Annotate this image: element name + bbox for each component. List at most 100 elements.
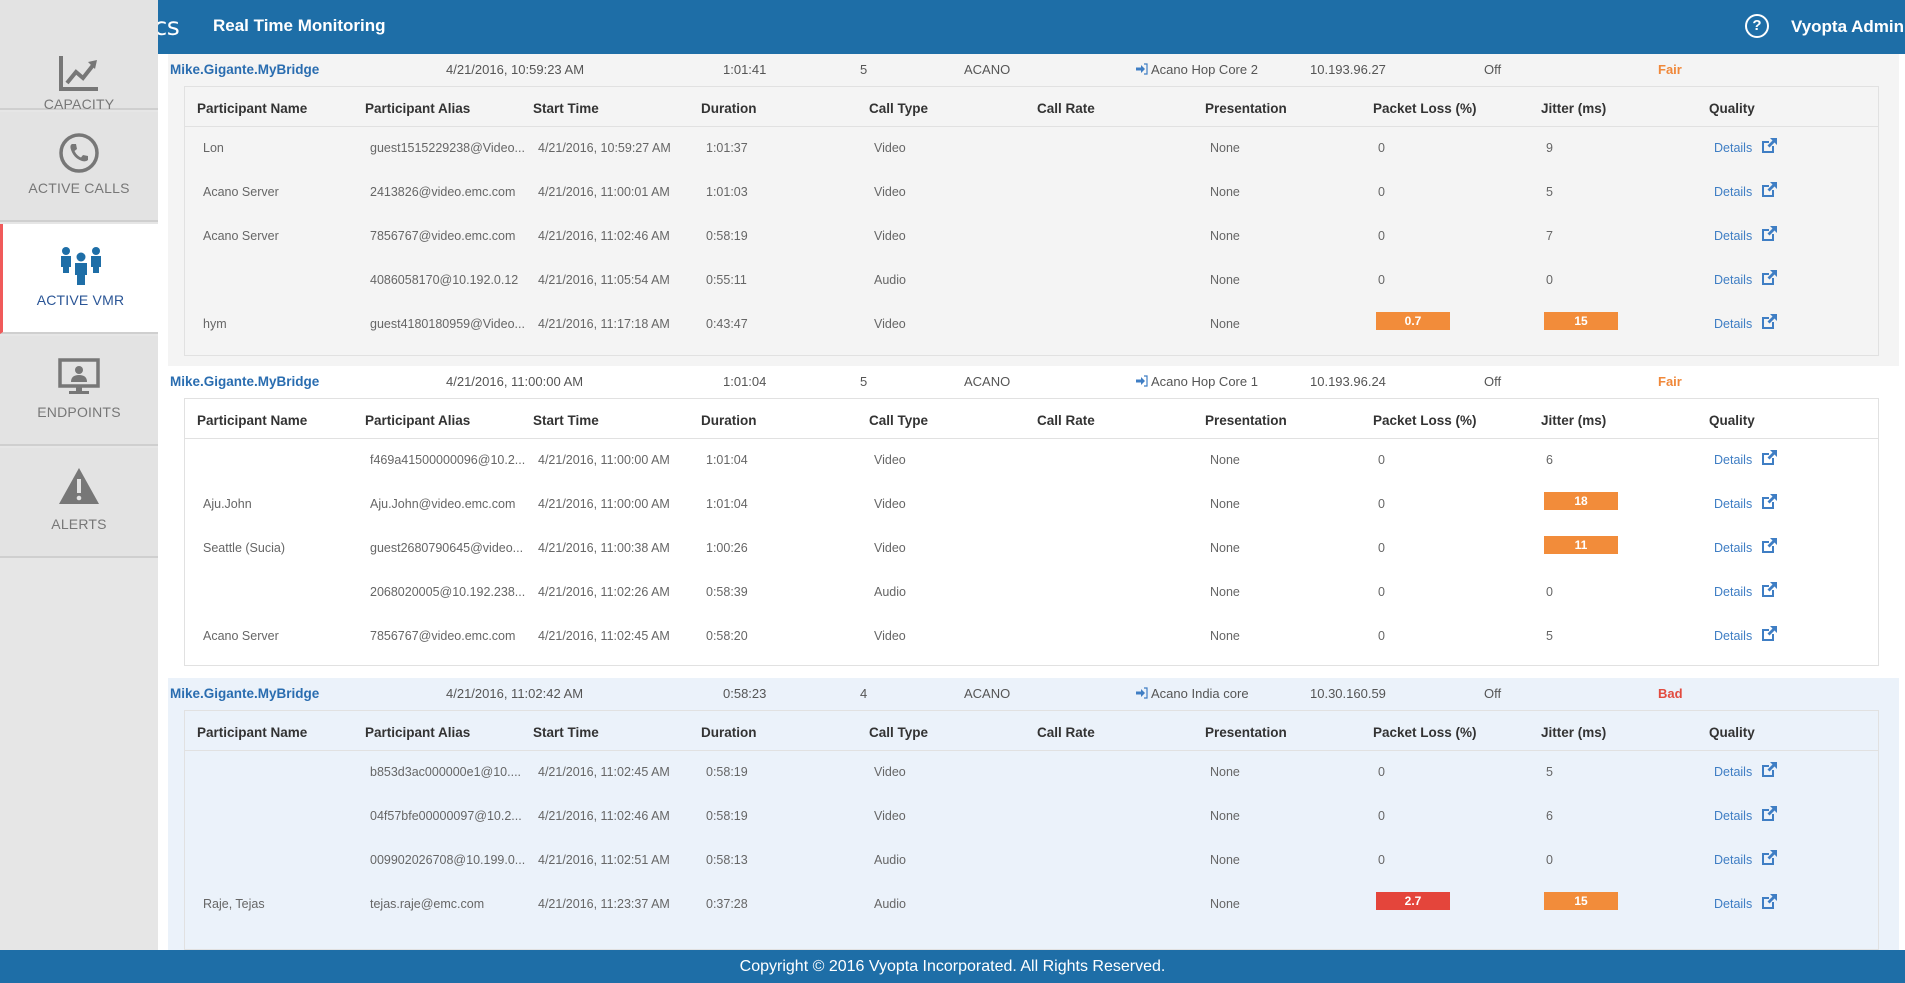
col-quality[interactable]: Quality	[1709, 101, 1755, 116]
participant-start-time: 4/21/2016, 11:02:45 AM	[538, 765, 670, 779]
external-link-icon[interactable]	[1761, 893, 1778, 910]
col-call-rate[interactable]: Call Rate	[1037, 101, 1095, 116]
col-duration[interactable]: Duration	[701, 101, 757, 116]
bridge-summary-row[interactable]: Mike.Gigante.MyBridge 4/21/2016, 10:59:2…	[168, 54, 1899, 84]
bridge-summary-row[interactable]: Mike.Gigante.MyBridge 4/21/2016, 11:00:0…	[168, 366, 1899, 396]
col-participant-alias[interactable]: Participant Alias	[365, 413, 470, 428]
col-call-type[interactable]: Call Type	[869, 725, 928, 740]
participant-call-type: Video	[874, 317, 906, 331]
sidebar-item-capacity[interactable]: CAPACITY	[0, 0, 158, 112]
participant-start-time: 4/21/2016, 11:00:00 AM	[538, 497, 670, 511]
people-group-icon	[60, 247, 101, 285]
bridge-recording: Off	[1484, 62, 1502, 77]
participant-row: hym guest4180180959@Video... 4/21/2016, 11…	[185, 303, 1878, 347]
col-presentation[interactable]: Presentation	[1205, 101, 1287, 116]
details-link[interactable]: Details	[1714, 185, 1752, 199]
col-participant-alias[interactable]: Participant Alias	[365, 725, 470, 740]
page-title: Real Time Monitoring	[213, 16, 386, 35]
col-packet-loss[interactable]: Packet Loss (%)	[1373, 413, 1477, 428]
details-link[interactable]: Details	[1714, 765, 1752, 779]
col-participant-name[interactable]: Participant Name	[197, 725, 307, 740]
col-duration[interactable]: Duration	[701, 725, 757, 740]
col-call-type[interactable]: Call Type	[869, 101, 928, 116]
participant-duration: 1:01:04	[706, 497, 748, 511]
participant-name: Acano Server	[203, 229, 279, 243]
external-link-icon[interactable]	[1761, 805, 1778, 822]
user-menu[interactable]: Vyopta Admin	[1791, 17, 1904, 37]
participant-row: 4086058170@10.192.0.12 4/21/2016, 11:05:5…	[185, 259, 1878, 303]
bridge-duration: 1:01:41	[723, 62, 767, 77]
external-link-icon[interactable]	[1761, 449, 1778, 466]
col-packet-loss[interactable]: Packet Loss (%)	[1373, 101, 1477, 116]
participant-duration: 0:58:19	[706, 229, 748, 243]
col-participant-alias[interactable]: Participant Alias	[365, 101, 470, 116]
col-jitter[interactable]: Jitter (ms)	[1541, 101, 1606, 116]
external-link-icon[interactable]	[1761, 537, 1778, 554]
col-quality[interactable]: Quality	[1709, 413, 1755, 428]
participant-call-type: Audio	[874, 853, 906, 867]
col-presentation[interactable]: Presentation	[1205, 725, 1287, 740]
bridge-host[interactable]: Acano India core	[1136, 686, 1249, 701]
details-link[interactable]: Details	[1714, 585, 1752, 599]
col-participant-name[interactable]: Participant Name	[197, 101, 307, 116]
bridge-ip: 10.193.96.24	[1310, 374, 1386, 389]
sidebar-item-active-vmr[interactable]: ACTIVE VMR	[0, 224, 158, 334]
participant-alias: f469a41500000096@10.2...	[370, 453, 526, 467]
external-link-icon[interactable]	[1761, 625, 1778, 642]
participant-call-type: Video	[874, 453, 906, 467]
external-link-icon[interactable]	[1761, 137, 1778, 154]
col-call-type[interactable]: Call Type	[869, 413, 928, 428]
sidebar-item-endpoints[interactable]: ENDPOINTS	[0, 336, 158, 446]
details-link[interactable]: Details	[1714, 317, 1752, 331]
participant-packet-loss: 0	[1378, 141, 1385, 155]
bridge-name-link[interactable]: Mike.Gigante.MyBridge	[170, 62, 319, 77]
details-link[interactable]: Details	[1714, 273, 1752, 287]
participant-row: f469a41500000096@10.2... 4/21/2016, 11:00…	[185, 439, 1878, 483]
col-presentation[interactable]: Presentation	[1205, 413, 1287, 428]
participant-presentation: None	[1210, 453, 1240, 467]
col-jitter[interactable]: Jitter (ms)	[1541, 413, 1606, 428]
external-link-icon[interactable]	[1761, 225, 1778, 242]
participant-packet-loss: 0	[1378, 765, 1385, 779]
col-packet-loss[interactable]: Packet Loss (%)	[1373, 725, 1477, 740]
col-quality[interactable]: Quality	[1709, 725, 1755, 740]
details-link[interactable]: Details	[1714, 897, 1752, 911]
sidebar-item-active-calls[interactable]: ACTIVE CALLS	[0, 112, 158, 222]
details-link[interactable]: Details	[1714, 629, 1752, 643]
external-link-icon[interactable]	[1761, 181, 1778, 198]
details-link[interactable]: Details	[1714, 541, 1752, 555]
bridge-host[interactable]: Acano Hop Core 2	[1136, 62, 1258, 77]
details-link[interactable]: Details	[1714, 497, 1752, 511]
external-link-icon[interactable]	[1761, 269, 1778, 286]
bridge-summary-row[interactable]: Mike.Gigante.MyBridge 4/21/2016, 11:02:4…	[168, 678, 1899, 708]
col-call-rate[interactable]: Call Rate	[1037, 413, 1095, 428]
details-link[interactable]: Details	[1714, 853, 1752, 867]
col-jitter[interactable]: Jitter (ms)	[1541, 725, 1606, 740]
participant-start-time: 4/21/2016, 11:02:46 AM	[538, 809, 670, 823]
bridge-name-link[interactable]: Mike.Gigante.MyBridge	[170, 374, 319, 389]
details-link[interactable]: Details	[1714, 809, 1752, 823]
external-link-icon[interactable]	[1761, 313, 1778, 330]
participant-packet-loss: 0	[1378, 541, 1385, 555]
participant-duration: 0:55:11	[706, 273, 747, 287]
external-link-icon[interactable]	[1761, 493, 1778, 510]
col-participant-name[interactable]: Participant Name	[197, 413, 307, 428]
details-link[interactable]: Details	[1714, 453, 1752, 467]
bridge-group: Mike.Gigante.MyBridge 4/21/2016, 11:00:0…	[168, 366, 1899, 678]
col-start-time[interactable]: Start Time	[533, 413, 599, 428]
col-duration[interactable]: Duration	[701, 413, 757, 428]
external-link-icon[interactable]	[1761, 849, 1778, 866]
col-start-time[interactable]: Start Time	[533, 725, 599, 740]
sidebar-item-alerts[interactable]: ALERTS	[0, 448, 158, 558]
bridge-host[interactable]: Acano Hop Core 1	[1136, 374, 1258, 389]
help-icon[interactable]: ?	[1745, 14, 1769, 38]
col-start-time[interactable]: Start Time	[533, 101, 599, 116]
external-link-icon[interactable]	[1761, 761, 1778, 778]
participant-alias: 009902026708@10.199.0...	[370, 853, 526, 867]
participant-jitter: 5	[1546, 185, 1553, 199]
bridge-name-link[interactable]: Mike.Gigante.MyBridge	[170, 686, 319, 701]
details-link[interactable]: Details	[1714, 229, 1752, 243]
external-link-icon[interactable]	[1761, 581, 1778, 598]
details-link[interactable]: Details	[1714, 141, 1752, 155]
col-call-rate[interactable]: Call Rate	[1037, 725, 1095, 740]
